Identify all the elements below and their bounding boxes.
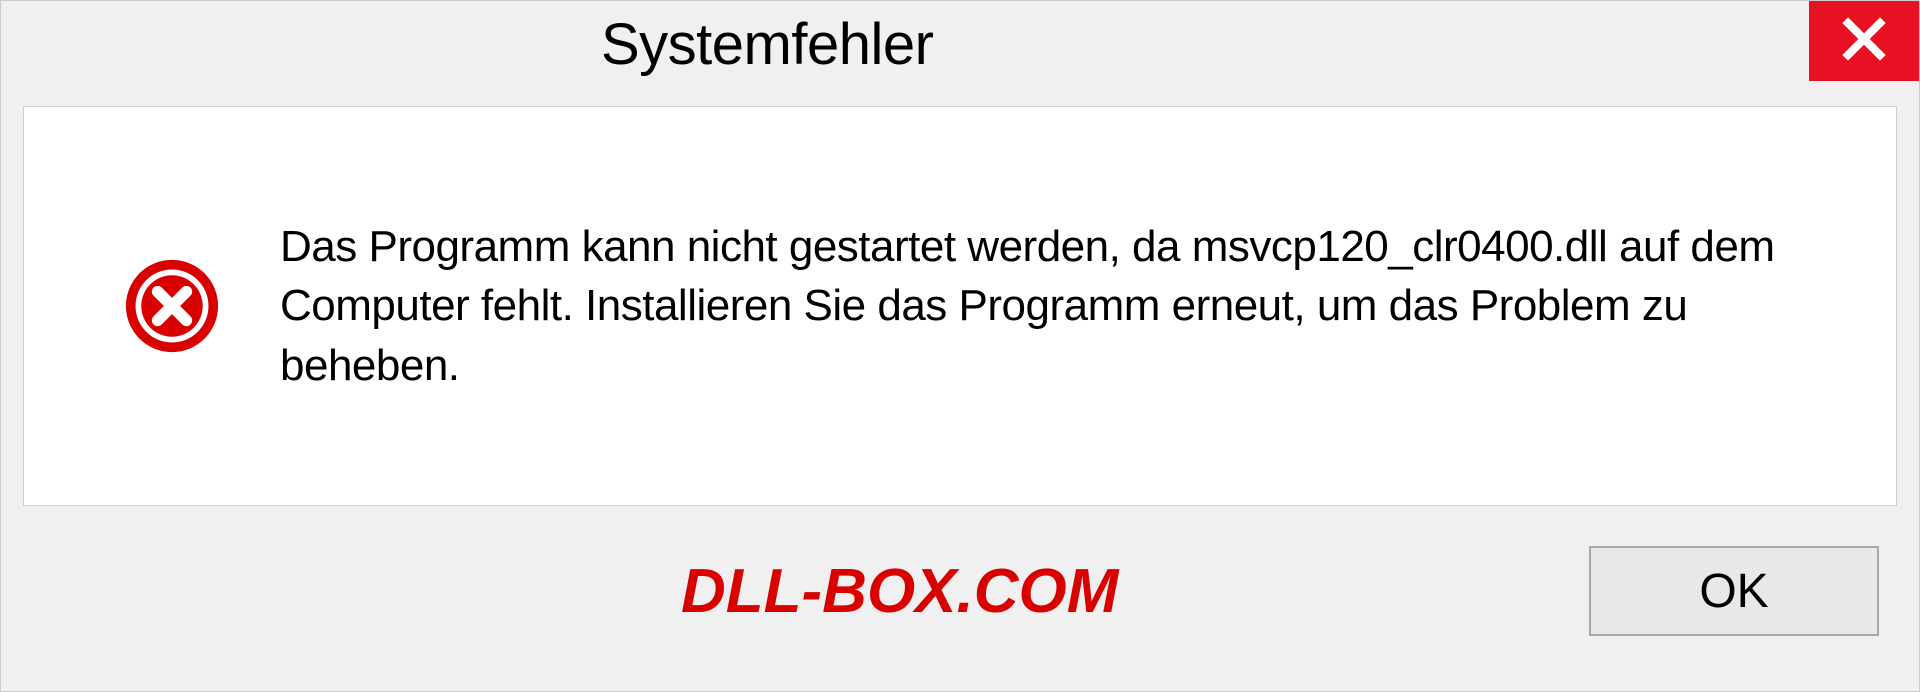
close-button[interactable] [1809, 1, 1919, 81]
watermark-text: DLL-BOX.COM [681, 556, 1118, 627]
dialog-title: Systemfehler [601, 11, 933, 78]
content-panel: Das Programm kann nicht gestartet werden… [23, 106, 1897, 506]
dialog-footer: DLL-BOX.COM OK [1, 526, 1919, 636]
error-icon [124, 258, 220, 354]
close-icon [1840, 15, 1888, 68]
error-message: Das Programm kann nicht gestartet werden… [280, 217, 1816, 395]
title-bar: Systemfehler [1, 1, 1919, 91]
ok-button[interactable]: OK [1589, 546, 1879, 636]
error-dialog: Systemfehler Das Programm kann nicht ges… [0, 0, 1920, 692]
